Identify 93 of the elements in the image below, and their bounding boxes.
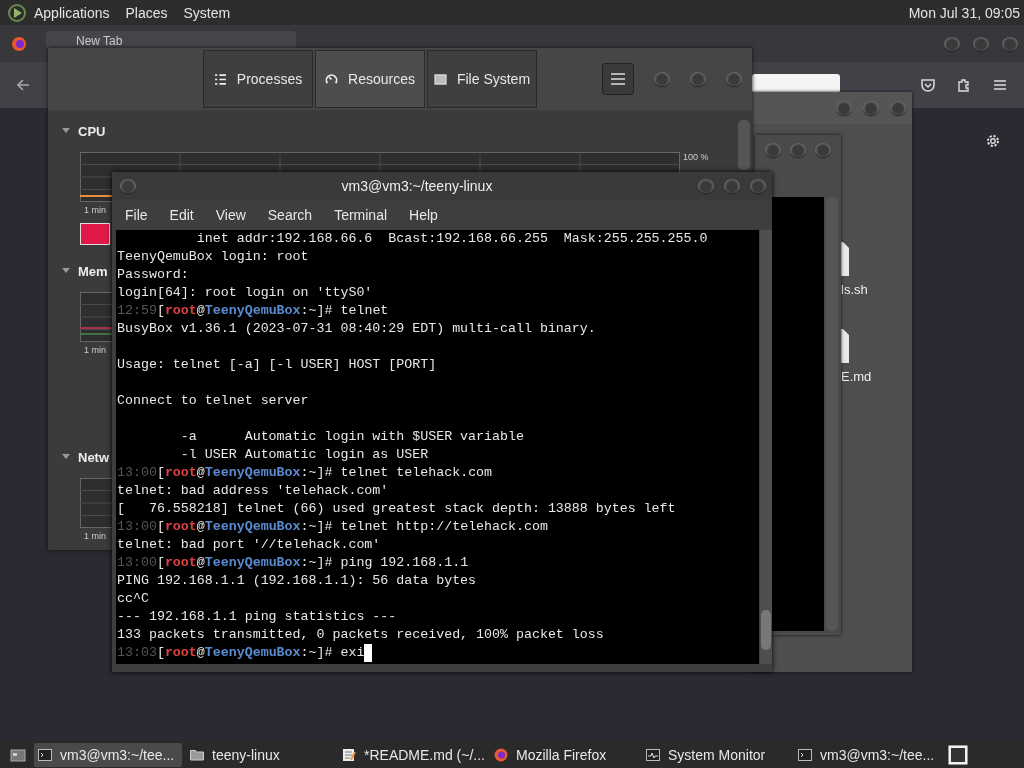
menu-icon — [611, 73, 625, 85]
terminal-line: PING 192.168.1.1 (192.168.1.1): 56 data bytes — [117, 572, 478, 590]
clock[interactable]: Mon Jul 31, 09:05 — [908, 4, 1020, 21]
taskbar-button[interactable]: vm3@vm3:~/tee... — [794, 743, 942, 767]
panel-menu[interactable]: System — [183, 4, 231, 21]
menu-item[interactable]: File — [125, 207, 148, 223]
terminal-line: Usage: telnet [-a] [-l USER] HOST [PORT] — [117, 356, 438, 374]
window-button[interactable] — [890, 101, 906, 115]
menu-icon[interactable] — [992, 77, 1008, 93]
window-button[interactable] — [836, 101, 852, 115]
window-button[interactable] — [654, 72, 670, 86]
menu-button[interactable] — [602, 63, 634, 95]
view-tab[interactable]: Resources — [315, 50, 425, 108]
terminal-icon — [798, 748, 812, 762]
section-title: Mem — [78, 263, 108, 279]
window-button[interactable] — [944, 36, 960, 51]
workspace-icon[interactable] — [948, 745, 968, 765]
legend-swatch[interactable] — [80, 223, 110, 245]
terminal-line: 13:00[root@TeenyQemuBox:~]# telnet telehack.com — [117, 464, 493, 482]
folder-icon — [190, 748, 204, 762]
view-tab[interactable]: File System — [427, 50, 537, 108]
browser-tab[interactable]: New Tab — [46, 31, 296, 48]
terminal-icon — [38, 748, 52, 762]
taskbar-button[interactable]: System Monitor — [642, 743, 790, 767]
window-button[interactable] — [750, 179, 766, 193]
window-button[interactable] — [690, 72, 706, 86]
terminal-line: 13:00[root@TeenyQemuBox:~]# ping 192.168.1.1 — [117, 554, 469, 572]
menu-item[interactable]: Search — [267, 207, 313, 223]
window-button[interactable] — [1002, 36, 1018, 51]
terminal-line: 133 packets transmitted, 0 packets received, 100% packet loss — [117, 626, 605, 644]
expander-icon[interactable] — [62, 268, 70, 274]
scrollbar[interactable] — [738, 120, 750, 170]
window-button[interactable] — [726, 72, 742, 86]
menu-item[interactable]: View — [215, 207, 246, 223]
view-tab[interactable]: Processes — [203, 50, 313, 108]
terminal-line: telnet: bad address 'telehack.com' — [117, 482, 390, 500]
panel-menu[interactable]: Applications — [34, 4, 110, 21]
expander-icon[interactable] — [62, 454, 70, 460]
back-arrow-icon[interactable] — [15, 77, 31, 93]
window-button[interactable] — [765, 143, 781, 157]
section-title: CPU — [78, 123, 106, 139]
terminal-line: 13:03[root@TeenyQemuBox:~]# exi — [117, 644, 365, 662]
terminal-line: 12:59[root@TeenyQemuBox:~]# telnet — [117, 302, 389, 320]
taskbar-button[interactable]: *README.md (~/... — [338, 743, 486, 767]
menu-item[interactable]: Help — [409, 207, 438, 223]
expander-icon[interactable] — [62, 128, 70, 134]
list-icon — [213, 72, 227, 86]
terminal-line: --- 192.168.1.1 ping statistics --- — [117, 608, 398, 626]
window-button[interactable] — [698, 179, 714, 193]
settings-icon[interactable] — [985, 133, 1001, 149]
terminal-line: -a Automatic login with $USER variable — [179, 428, 525, 446]
scrollbar[interactable] — [760, 230, 772, 664]
text-editor-icon — [342, 748, 356, 762]
terminal-line: login[64]: root login on 'ttyS0' — [117, 284, 374, 302]
terminal-line: -l USER Automatic login as USER — [179, 446, 430, 464]
taskbar-button[interactable]: teeny-linux — [186, 743, 334, 767]
file-name[interactable]: E.md — [841, 369, 872, 384]
terminal-line: cc^C — [117, 590, 150, 608]
terminal-line: BusyBox v1.36.1 (2023-07-31 08:40:29 EDT) multi-call binary. — [117, 320, 597, 338]
puzzle-icon[interactable] — [956, 77, 972, 93]
menu-item[interactable]: Edit — [169, 207, 194, 223]
time-axis-label: 1 min — [84, 345, 106, 355]
window-button[interactable] — [724, 179, 740, 193]
window-button[interactable] — [863, 101, 879, 115]
graph-scale-label: 100 % — [683, 152, 709, 162]
terminal-line: Connect to telnet server — [117, 392, 310, 410]
graph-icon — [646, 748, 660, 762]
distro-logo-icon[interactable] — [8, 3, 26, 22]
menu-item[interactable]: Terminal — [334, 207, 388, 223]
window-title: vm3@vm3:~/teeny-linux — [340, 178, 494, 194]
terminal-line: inet addr:192.168.66.6 Bcast:192.168.66.255 Mask:255.255.255.0 — [195, 230, 709, 248]
taskbar-button[interactable]: Mozilla Firefox — [490, 743, 638, 767]
terminal-line: 13:00[root@TeenyQemuBox:~]# telnet http://telehack.com — [117, 518, 548, 536]
gauge-icon — [325, 72, 339, 86]
window-button[interactable] — [973, 36, 989, 51]
window-button[interactable] — [790, 143, 806, 157]
section-title: Netw — [78, 449, 110, 465]
panel-menu[interactable]: Places — [125, 4, 168, 21]
terminal-line: telnet: bad port '//telehack.com' — [117, 536, 382, 554]
terminal-line: TeenyQemuBox login: root — [117, 248, 310, 266]
window-button[interactable] — [815, 143, 831, 157]
pocket-icon[interactable] — [920, 77, 936, 93]
terminal-line: [ 76.558218] telnet (66) used greatest stack depth: 13888 bytes left — [117, 500, 677, 518]
window-button[interactable] — [120, 179, 136, 193]
browser-logo-icon — [494, 748, 508, 762]
show-desktop-icon[interactable] — [10, 747, 26, 763]
time-axis-label: 1 min — [84, 531, 106, 541]
taskbar-button[interactable]: vm3@vm3:~/tee... — [34, 743, 182, 767]
scrollbar-thumb[interactable] — [761, 610, 771, 650]
browser-logo-icon[interactable] — [11, 35, 27, 52]
file-name[interactable]: ls.sh — [841, 282, 868, 297]
terminal-line: Password: — [117, 266, 190, 284]
time-axis-label: 1 min — [84, 205, 106, 215]
